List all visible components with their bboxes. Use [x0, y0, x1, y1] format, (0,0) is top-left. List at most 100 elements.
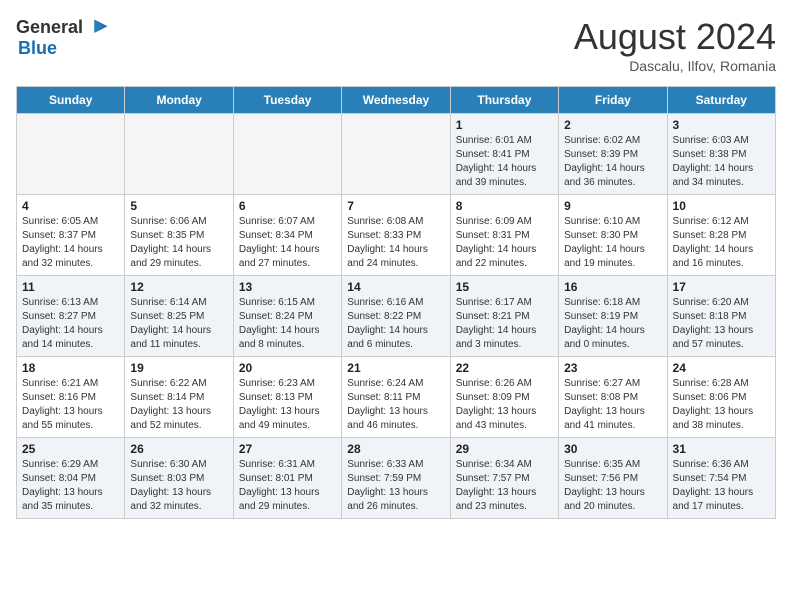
day-info-1: Sunrise: 6:01 AMSunset: 8:41 PMDaylight:…: [456, 134, 553, 190]
day-info-9: Sunrise: 6:10 AMSunset: 8:30 PMDaylight:…: [564, 215, 661, 271]
day-cell-25: 25 Sunrise: 6:29 AMSunset: 8:04 PMDayligh…: [17, 438, 125, 519]
day-info-20: Sunrise: 6:23 AMSunset: 8:13 PMDaylight:…: [239, 377, 336, 433]
day-info-6: Sunrise: 6:07 AMSunset: 8:34 PMDaylight:…: [239, 215, 336, 271]
day-cell-18: 18Sunrise: 6:21 AMSunset: 8:16 PMDayligh…: [17, 357, 125, 438]
day-info-15: Sunrise: 6:17 AMSunset: 8:21 PMDaylight:…: [456, 296, 553, 352]
day-info-29: Sunrise: 6:34 AMSunset: 7:57 PMDaylight:…: [456, 458, 553, 514]
day-cell-24: 24 Sunrise: 6:28 AMSunset: 8:06 PMDayligh…: [667, 357, 775, 438]
location-subtitle: Dascalu, Ilfov, Romania: [574, 58, 776, 74]
day-info-27: Sunrise: 6:31 AMSunset: 8:01 PMDaylight:…: [239, 458, 336, 514]
day-cell-4: 4 Sunrise: 6:05 AMSunset: 8:37 PMDaylight…: [17, 195, 125, 276]
day-number-27: 27: [239, 442, 336, 456]
day-number-2: 2: [564, 118, 661, 132]
day-cell-5: 5 Sunrise: 6:06 AMSunset: 8:35 PMDaylight…: [125, 195, 233, 276]
day-cell-26: 26Sunrise: 6:30 AMSunset: 8:03 PMDayligh…: [125, 438, 233, 519]
day-cell-6: 6 Sunrise: 6:07 AMSunset: 8:34 PMDaylight…: [233, 195, 341, 276]
day-info-31: Sunrise: 6:36 AMSunset: 7:54 PMDaylight:…: [673, 458, 770, 514]
day-info-12: Sunrise: 6:14 AMSunset: 8:25 PMDaylight:…: [130, 296, 227, 352]
day-number-5: 5: [130, 199, 227, 213]
day-number-15: 15: [456, 280, 553, 294]
weekday-sunday: Sunday: [17, 87, 125, 114]
day-cell-7: 7Sunrise: 6:08 AMSunset: 8:33 PMDaylight…: [342, 195, 450, 276]
day-number-18: 18: [22, 361, 119, 375]
day-info-19: Sunrise: 6:22 AMSunset: 8:14 PMDaylight:…: [130, 377, 227, 433]
day-number-16: 16: [564, 280, 661, 294]
day-number-14: 14: [347, 280, 444, 294]
day-info-13: Sunrise: 6:15 AMSunset: 8:24 PMDaylight:…: [239, 296, 336, 352]
day-cell-22: 22 Sunrise: 6:26 AMSunset: 8:09 PMDayligh…: [450, 357, 558, 438]
day-number-22: 22: [456, 361, 553, 375]
month-title: August 2024: [574, 16, 776, 58]
logo-blue: Blue: [18, 38, 57, 59]
day-info-4: Sunrise: 6:05 AMSunset: 8:37 PMDaylight:…: [22, 215, 119, 271]
day-cell-10: 10Sunrise: 6:12 AMSunset: 8:28 PMDayligh…: [667, 195, 775, 276]
day-number-24: 24: [673, 361, 770, 375]
title-block: August 2024 Dascalu, Ilfov, Romania: [574, 16, 776, 74]
weekday-friday: Friday: [559, 87, 667, 114]
day-number-25: 25: [22, 442, 119, 456]
day-info-30: Sunrise: 6:35 AMSunset: 7:56 PMDaylight:…: [564, 458, 661, 514]
logo-general: General: [16, 17, 83, 38]
day-cell-29: 29 Sunrise: 6:34 AMSunset: 7:57 PMDayligh…: [450, 438, 558, 519]
day-number-28: 28: [347, 442, 444, 456]
day-info-21: Sunrise: 6:24 AMSunset: 8:11 PMDaylight:…: [347, 377, 444, 433]
day-cell-12: 12 Sunrise: 6:14 AMSunset: 8:25 PMDayligh…: [125, 276, 233, 357]
weekday-thursday: Thursday: [450, 87, 558, 114]
day-cell-8: 8 Sunrise: 6:09 AMSunset: 8:31 PMDaylight…: [450, 195, 558, 276]
day-cell-3: 3Sunrise: 6:03 AMSunset: 8:38 PMDaylight…: [667, 114, 775, 195]
day-cell-31: 31 Sunrise: 6:36 AMSunset: 7:54 PMDayligh…: [667, 438, 775, 519]
day-info-8: Sunrise: 6:09 AMSunset: 8:31 PMDaylight:…: [456, 215, 553, 271]
day-number-29: 29: [456, 442, 553, 456]
calendar-week-5: 25 Sunrise: 6:29 AMSunset: 8:04 PMDayligh…: [17, 438, 776, 519]
day-info-24: Sunrise: 6:28 AMSunset: 8:06 PMDaylight:…: [673, 377, 770, 433]
day-number-4: 4: [22, 199, 119, 213]
day-cell-27: 27 Sunrise: 6:31 AMSunset: 8:01 PMDayligh…: [233, 438, 341, 519]
day-info-16: Sunrise: 6:18 AMSunset: 8:19 PMDaylight:…: [564, 296, 661, 352]
empty-cell: [17, 114, 125, 195]
day-number-19: 19: [130, 361, 227, 375]
day-number-23: 23: [564, 361, 661, 375]
day-number-30: 30: [564, 442, 661, 456]
day-number-21: 21: [347, 361, 444, 375]
day-number-1: 1: [456, 118, 553, 132]
day-info-17: Sunrise: 6:20 AMSunset: 8:18 PMDaylight:…: [673, 296, 770, 352]
day-number-8: 8: [456, 199, 553, 213]
day-cell-21: 21 Sunrise: 6:24 AMSunset: 8:11 PMDayligh…: [342, 357, 450, 438]
day-number-20: 20: [239, 361, 336, 375]
day-number-31: 31: [673, 442, 770, 456]
calendar-week-2: 4 Sunrise: 6:05 AMSunset: 8:37 PMDaylight…: [17, 195, 776, 276]
day-cell-11: 11 Sunrise: 6:13 AMSunset: 8:27 PMDayligh…: [17, 276, 125, 357]
day-cell-23: 23 Sunrise: 6:27 AMSunset: 8:08 PMDayligh…: [559, 357, 667, 438]
day-number-12: 12: [130, 280, 227, 294]
day-info-28: Sunrise: 6:33 AMSunset: 7:59 PMDaylight:…: [347, 458, 444, 514]
page-header: General Blue August 2024 Dascalu, Ilfov,…: [16, 16, 776, 74]
day-number-9: 9: [564, 199, 661, 213]
weekday-header-row: SundayMondayTuesdayWednesdayThursdayFrid…: [17, 87, 776, 114]
day-cell-28: 28 Sunrise: 6:33 AMSunset: 7:59 PMDayligh…: [342, 438, 450, 519]
day-number-7: 7: [347, 199, 444, 213]
empty-cell: [125, 114, 233, 195]
day-info-22: Sunrise: 6:26 AMSunset: 8:09 PMDaylight:…: [456, 377, 553, 433]
day-number-17: 17: [673, 280, 770, 294]
day-number-13: 13: [239, 280, 336, 294]
day-number-10: 10: [673, 199, 770, 213]
day-number-6: 6: [239, 199, 336, 213]
day-cell-13: 13 Sunrise: 6:15 AMSunset: 8:24 PMDayligh…: [233, 276, 341, 357]
day-cell-9: 9 Sunrise: 6:10 AMSunset: 8:30 PMDaylight…: [559, 195, 667, 276]
day-info-26: Sunrise: 6:30 AMSunset: 8:03 PMDaylight:…: [130, 458, 227, 514]
day-number-11: 11: [22, 280, 119, 294]
day-info-23: Sunrise: 6:27 AMSunset: 8:08 PMDaylight:…: [564, 377, 661, 433]
weekday-tuesday: Tuesday: [233, 87, 341, 114]
day-cell-19: 19 Sunrise: 6:22 AMSunset: 8:14 PMDayligh…: [125, 357, 233, 438]
day-cell-16: 16 Sunrise: 6:18 AMSunset: 8:19 PMDayligh…: [559, 276, 667, 357]
day-info-11: Sunrise: 6:13 AMSunset: 8:27 PMDaylight:…: [22, 296, 119, 352]
calendar-week-1: 1 Sunrise: 6:01 AMSunset: 8:41 PMDaylight…: [17, 114, 776, 195]
day-info-5: Sunrise: 6:06 AMSunset: 8:35 PMDaylight:…: [130, 215, 227, 271]
day-cell-14: 14Sunrise: 6:16 AMSunset: 8:22 PMDayligh…: [342, 276, 450, 357]
day-cell-15: 15 Sunrise: 6:17 AMSunset: 8:21 PMDayligh…: [450, 276, 558, 357]
logo-icon: [87, 16, 109, 38]
day-info-3: Sunrise: 6:03 AMSunset: 8:38 PMDaylight:…: [673, 134, 770, 190]
day-cell-20: 20 Sunrise: 6:23 AMSunset: 8:13 PMDayligh…: [233, 357, 341, 438]
day-cell-2: 2Sunrise: 6:02 AMSunset: 8:39 PMDaylight…: [559, 114, 667, 195]
day-info-25: Sunrise: 6:29 AMSunset: 8:04 PMDaylight:…: [22, 458, 119, 514]
